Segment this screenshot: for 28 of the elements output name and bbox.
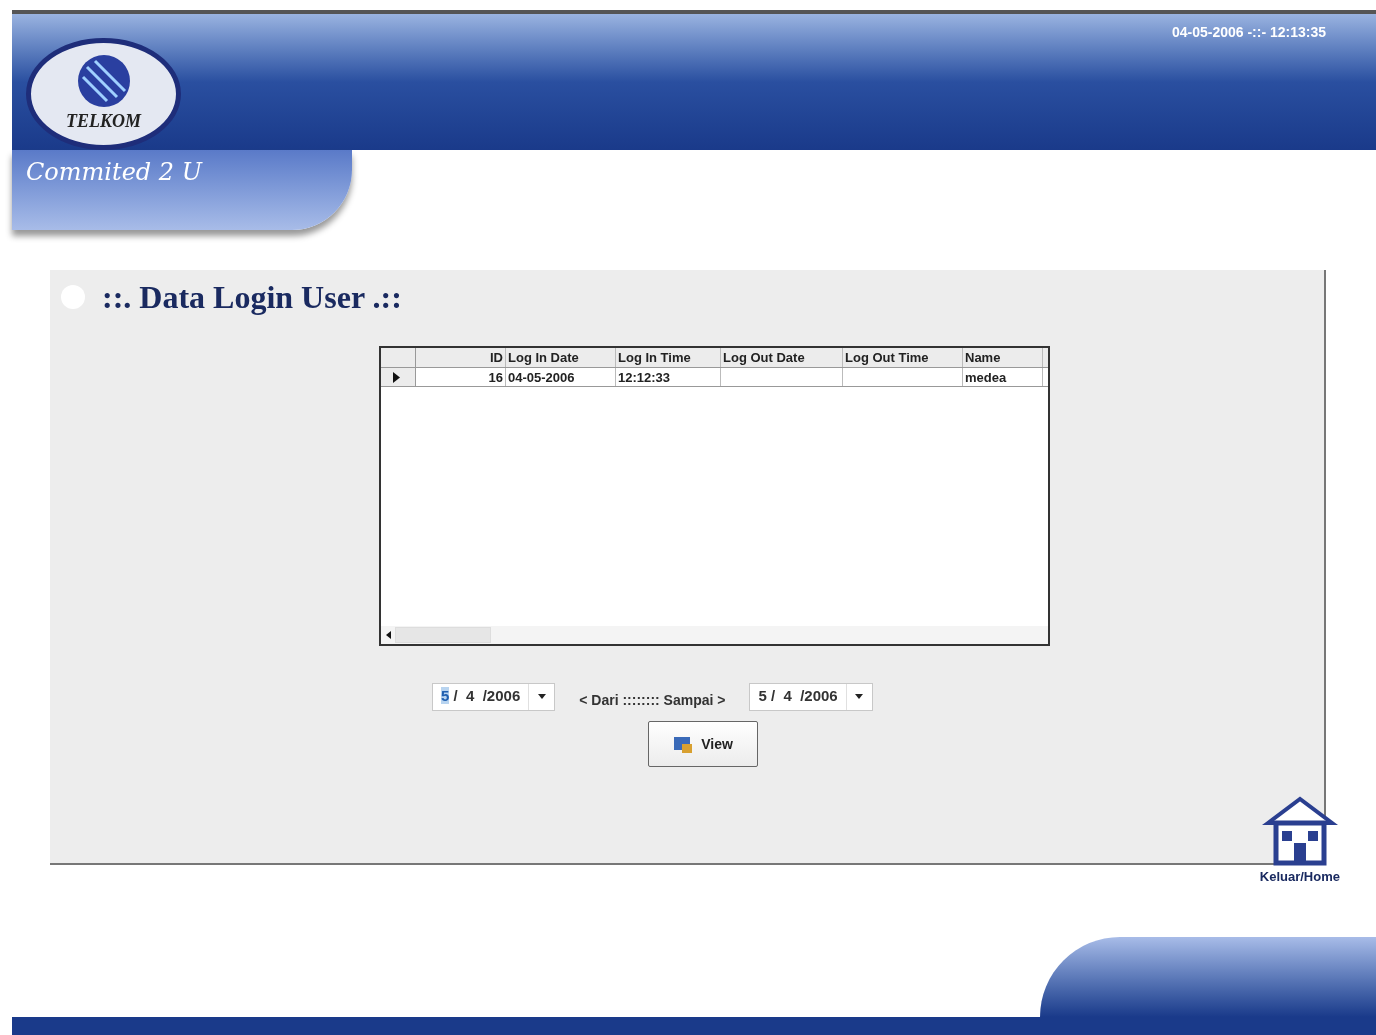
house-icon (1261, 795, 1338, 867)
home-link[interactable]: Keluar/Home (1259, 795, 1340, 887)
horizontal-scrollbar[interactable] (381, 626, 1048, 644)
date-value: 5 / 4 /2006 (440, 686, 522, 707)
column-header[interactable]: Log Out Date (721, 348, 843, 367)
column-header[interactable]: Log In Date (506, 348, 616, 367)
date-picker[interactable]: 5 / 4 /2006 (749, 682, 873, 711)
date-time-text: 04-05-2006 -::- 12:13:35 (1171, 23, 1326, 42)
table-cell: 16 (416, 368, 506, 386)
row-selector[interactable] (381, 368, 416, 386)
date-picker[interactable]: 5 / 4 /2006 (432, 682, 556, 711)
slogan-text: Commited 2 U (26, 157, 202, 188)
table-cell: medea (963, 368, 1043, 386)
column-header[interactable]: ID (416, 348, 506, 367)
date-value: 5 / 4 /2006 (757, 686, 839, 707)
arrow-icon (393, 371, 400, 383)
caret-icon (855, 694, 864, 699)
caret-icon (537, 694, 546, 699)
table-cell: 12:12:33 (616, 368, 721, 386)
panel-title: ::. Data Login User .:: (102, 278, 402, 317)
view-button[interactable]: View (648, 721, 758, 767)
scrollbar-thumb[interactable] (395, 627, 491, 643)
table-cell: 04-05-2006 (506, 368, 616, 386)
column-header[interactable]: Log Out Time (843, 348, 963, 367)
column-header[interactable]: Log In Time (616, 348, 721, 367)
column-header[interactable]: Name (963, 348, 1043, 367)
range-label: < Dari :::::::: Sampai > (579, 691, 726, 710)
logo-text: TELKOM (66, 110, 141, 133)
